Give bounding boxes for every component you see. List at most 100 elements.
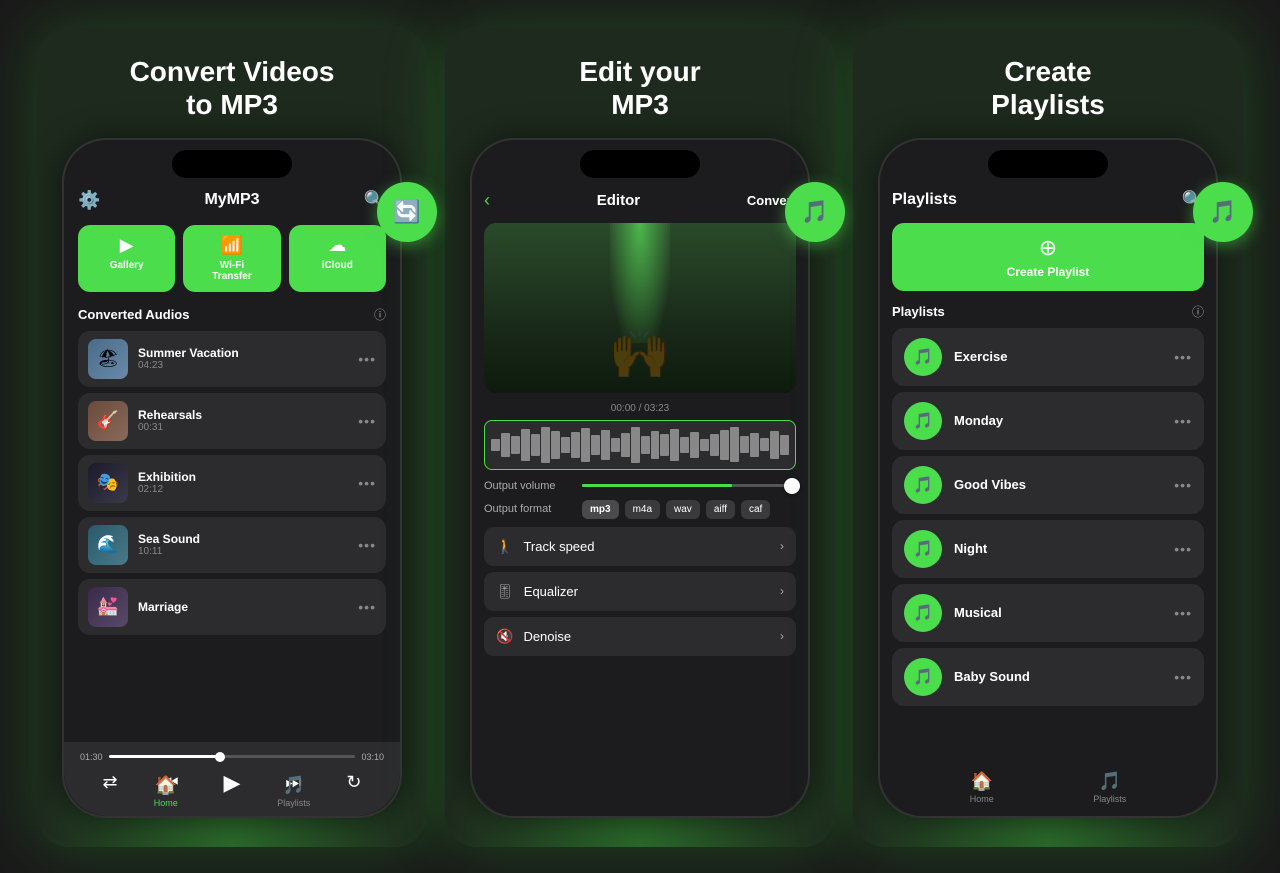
- wave-bar: [621, 433, 630, 457]
- player-bar: 01:30 03:10 ⇄ ⏮ ▶ ⏭ ↻: [64, 742, 400, 816]
- create-plus-icon: ⊕: [1039, 235, 1057, 261]
- playlist-dots-goodvibes[interactable]: •••: [1174, 477, 1192, 493]
- wave-bar: [541, 427, 550, 463]
- wave-bar: [690, 432, 699, 458]
- playlist-night[interactable]: 🎵 Night •••: [892, 520, 1204, 578]
- music-note-monday: 🎵: [913, 411, 933, 431]
- volume-slider[interactable]: [582, 484, 796, 487]
- output-format-label: Output format: [484, 503, 574, 515]
- track-item-marriage[interactable]: 💒 Marriage •••: [78, 579, 386, 635]
- nav-home-3[interactable]: 🏠 Home: [970, 771, 994, 804]
- music-note-musical: 🎵: [913, 603, 933, 623]
- track-speed-chevron: ›: [780, 539, 784, 553]
- playlist-name-good-vibes: Good Vibes: [954, 477, 1162, 492]
- crowd-emoji: 🙌: [609, 324, 671, 383]
- playlists-label-3: Playlists: [1093, 794, 1126, 804]
- editor-header: ‹ Editor Convert: [484, 190, 796, 211]
- playlist-baby-sound[interactable]: 🎵 Baby Sound •••: [892, 648, 1204, 706]
- icloud-btn[interactable]: ☁ iCloud: [289, 225, 386, 292]
- track-item-rehearsals[interactable]: 🎸 Rehearsals 00:31 •••: [78, 393, 386, 449]
- create-playlist-label: Create Playlist: [1007, 265, 1090, 279]
- track-dots-sea[interactable]: •••: [358, 537, 376, 553]
- track-dots-marriage[interactable]: •••: [358, 599, 376, 615]
- progress-thumb: [215, 752, 225, 762]
- home-icon-3: 🏠: [971, 771, 993, 792]
- playlist-icon-wrap-goodvibes: 🎵: [904, 466, 942, 504]
- denoise-label: Denoise: [523, 629, 780, 644]
- wifi-transfer-btn[interactable]: 📶 Wi-Fi Transfer: [183, 225, 280, 292]
- format-mp3[interactable]: mp3: [582, 500, 619, 519]
- track-speed-option[interactable]: 🚶 Track speed ›: [484, 527, 796, 566]
- wave-bar: [581, 428, 590, 462]
- home-label-1: Home: [154, 798, 178, 808]
- format-caf[interactable]: caf: [741, 500, 770, 519]
- track-dots-summer[interactable]: •••: [358, 351, 376, 367]
- back-btn[interactable]: ‹: [484, 190, 490, 211]
- playlist-dots-monday[interactable]: •••: [1174, 413, 1192, 429]
- wave-bar: [591, 435, 600, 455]
- time-start: 01:30: [80, 752, 103, 762]
- playlist-name-exercise: Exercise: [954, 349, 1162, 364]
- progress-track[interactable]: [109, 755, 356, 758]
- music-note-goodvibes: 🎵: [913, 475, 933, 495]
- wave-bar: [770, 431, 779, 459]
- music-floating-btn[interactable]: 🎵: [785, 182, 845, 242]
- phone-notch-2: [580, 150, 700, 178]
- track-dots-rehearsals[interactable]: •••: [358, 413, 376, 429]
- waveform[interactable]: [484, 420, 796, 470]
- panel-title-edit: Edit your MP3: [579, 55, 700, 122]
- playlist-musical[interactable]: 🎵 Musical •••: [892, 584, 1204, 642]
- playlist-monday[interactable]: 🎵 Monday •••: [892, 392, 1204, 450]
- playlist-dots-musical[interactable]: •••: [1174, 605, 1192, 621]
- playlist-exercise[interactable]: 🎵 Exercise •••: [892, 328, 1204, 386]
- wifi-label: Wi-Fi Transfer: [212, 260, 251, 282]
- panel-convert: Convert Videos to MP3 🔄 ⚙️ MyMP3 🔍 ▶ Gal…: [37, 27, 427, 847]
- playlists-icon-1: 🎵: [283, 775, 305, 796]
- refresh-floating-btn[interactable]: 🔄: [377, 182, 437, 242]
- track-item-exhibition[interactable]: 🎭 Exhibition 02:12 •••: [78, 455, 386, 511]
- wave-bar: [511, 436, 520, 454]
- phone-notch-1: [172, 150, 292, 178]
- playlist-floating-btn[interactable]: 🎵: [1193, 182, 1253, 242]
- nav-home-1[interactable]: 🏠 Home: [154, 775, 178, 808]
- playlists-label-1: Playlists: [277, 798, 310, 808]
- playlists-section-title: Playlists: [892, 304, 945, 319]
- track-list: 🏖 Summer Vacation 04:23 ••• 🎸 Rehearsals…: [78, 331, 386, 635]
- output-volume-label: Output volume: [484, 480, 574, 492]
- home-label-3: Home: [970, 794, 994, 804]
- wave-bar: [730, 427, 739, 462]
- panel-title-convert: Convert Videos to MP3: [130, 55, 335, 122]
- denoise-option[interactable]: 🔇 Denoise ›: [484, 617, 796, 656]
- track-name-exhibition: Exhibition: [138, 470, 348, 484]
- wave-bar: [611, 438, 620, 452]
- wave-bar: [680, 437, 689, 453]
- equalizer-chevron: ›: [780, 584, 784, 598]
- nav-playlists-3[interactable]: 🎵 Playlists: [1093, 771, 1126, 804]
- format-wav[interactable]: wav: [666, 500, 700, 519]
- equalizer-label: Equalizer: [524, 584, 780, 599]
- wave-bar: [750, 433, 759, 457]
- track-item-summer[interactable]: 🏖 Summer Vacation 04:23 •••: [78, 331, 386, 387]
- playlist-dots-babysound[interactable]: •••: [1174, 669, 1192, 685]
- track-item-sea[interactable]: 🌊 Sea Sound 10:11 •••: [78, 517, 386, 573]
- nav-playlists-1[interactable]: 🎵 Playlists: [277, 775, 310, 808]
- settings-icon[interactable]: ⚙️: [78, 190, 100, 211]
- format-aiff[interactable]: aiff: [706, 500, 735, 519]
- equalizer-option[interactable]: 🎚 Equalizer ›: [484, 572, 796, 611]
- format-m4a[interactable]: m4a: [625, 500, 660, 519]
- track-info-sea: Sea Sound 10:11: [138, 532, 348, 557]
- playlist-dots-night[interactable]: •••: [1174, 541, 1192, 557]
- music-note-babysound: 🎵: [913, 667, 933, 687]
- playlist-icon-wrap-musical: 🎵: [904, 594, 942, 632]
- thumb-sea: 🌊: [88, 525, 128, 565]
- playlist-dots-exercise[interactable]: •••: [1174, 349, 1192, 365]
- icloud-icon: ☁: [328, 235, 346, 256]
- music-note-night: 🎵: [913, 539, 933, 559]
- track-info-rehearsals: Rehearsals 00:31: [138, 408, 348, 433]
- create-playlist-btn[interactable]: ⊕ Create Playlist: [892, 223, 1204, 291]
- wave-bar: [601, 430, 610, 460]
- track-dots-exhibition[interactable]: •••: [358, 475, 376, 491]
- playlist-good-vibes[interactable]: 🎵 Good Vibes •••: [892, 456, 1204, 514]
- volume-thumb: [784, 478, 800, 494]
- gallery-btn[interactable]: ▶ Gallery: [78, 225, 175, 292]
